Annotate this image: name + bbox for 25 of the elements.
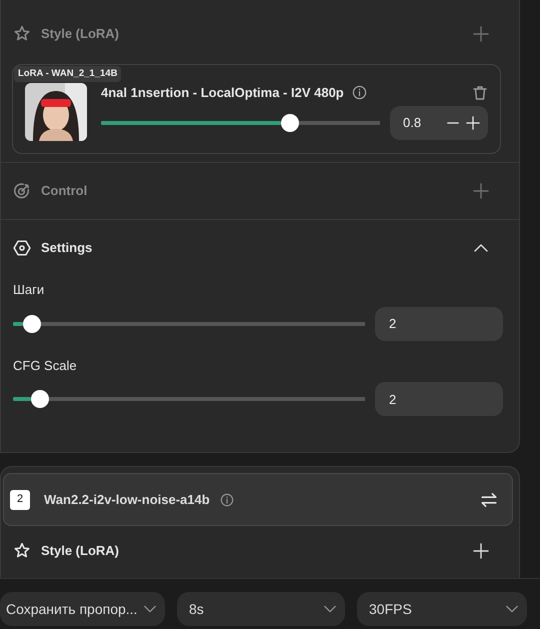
model-index: 2 (10, 490, 30, 510)
swap-icon[interactable] (480, 490, 498, 508)
value-field[interactable]: 2 (375, 306, 503, 340)
lora-name: 4nal 1nsertion - LocalOptima - I2V 480p (101, 84, 344, 102)
slider-thumb[interactable] (23, 314, 42, 332)
slider-thumb[interactable] (281, 114, 300, 132)
model-name: Wan2.2-i2v-low-noise-a14b (44, 490, 210, 509)
param-label: Шаги (12, 281, 46, 299)
lora-tag: LoRA - WAN_2_1_14B (14, 66, 122, 82)
dropdown[interactable]: Сохранить пропор... (0, 592, 165, 626)
section-title: Style (LoRA) (41, 25, 119, 44)
info-icon[interactable] (220, 492, 234, 506)
section-title: Settings (41, 239, 92, 258)
strength-value[interactable]: 0.8 (403, 112, 422, 132)
dropdown[interactable]: 8s (177, 592, 345, 626)
dropdown[interactable]: 30FPS (357, 592, 527, 626)
info-icon[interactable] (352, 85, 367, 100)
param-label: CFG Scale (12, 356, 78, 374)
plus-icon[interactable] (466, 116, 480, 130)
slider-thumb[interactable] (31, 390, 50, 408)
model-selector[interactable]: 2 Wan2.2-i2v-low-noise-a14b (3, 473, 513, 526)
section-title: Style (LoRA) (41, 542, 119, 560)
section-title: Control (41, 182, 88, 200)
value-field[interactable]: 2 (375, 382, 503, 416)
delete-icon[interactable] (472, 84, 488, 101)
